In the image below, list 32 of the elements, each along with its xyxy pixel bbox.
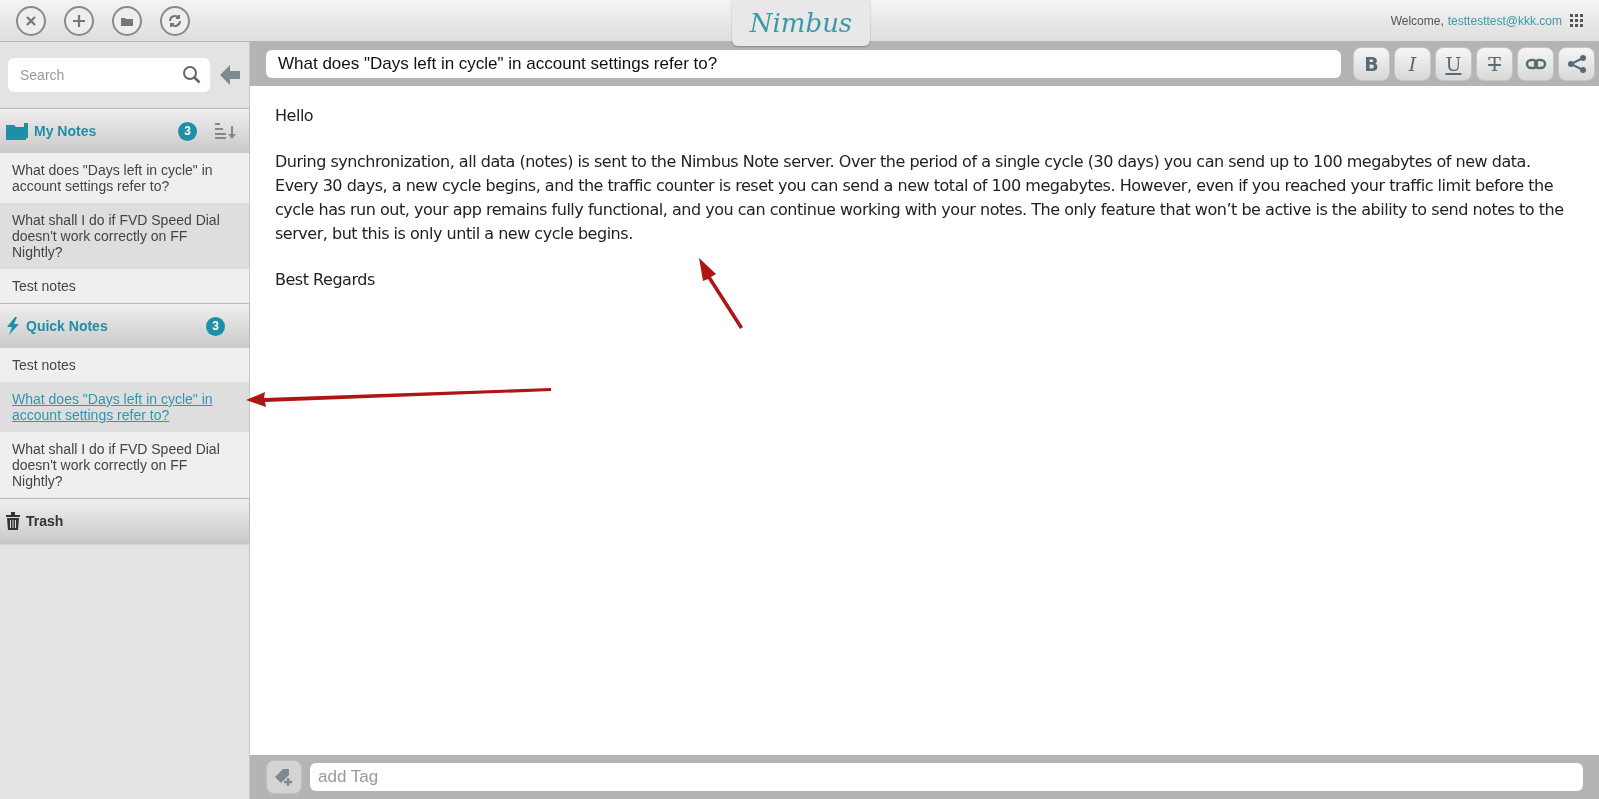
- strike-button[interactable]: T: [1476, 47, 1513, 81]
- section-title: Quick Notes: [26, 316, 108, 336]
- search-field[interactable]: Search: [8, 58, 210, 92]
- paragraph-text: During synchronization, all data (notes) is sent to the Nimbus Note server. Over the period of a single cycle (30 days) you can send up to 100 megabytes of new data. Every 30 days, a new cycle begins, and the traffic counter is reset you can send a new total of 100 megabytes. However, even if you reached your traffic limit before the cycle has run out, your app remains fully functional, and you can continue working with your notes. The only feature that won’t be active is the ability to send notes to the server, but this is only until a new cycle begins.: [275, 151, 1565, 245]
- lightning-icon: [6, 317, 20, 335]
- section-header[interactable]: Quick Notes 3: [0, 303, 249, 348]
- section-title: Trash: [26, 511, 64, 531]
- paragraph-text: Hello: [275, 105, 315, 127]
- italic-button[interactable]: I: [1394, 47, 1431, 81]
- section-header[interactable]: Trash: [0, 498, 249, 543]
- count-badge: 3: [206, 316, 225, 336]
- underline-button[interactable]: U: [1435, 47, 1472, 81]
- arrow-left-icon[interactable]: [220, 64, 240, 86]
- trash-icon: [6, 512, 20, 530]
- paragraph-text: Best Regards: [275, 269, 376, 291]
- user-link[interactable]: testtesttest@kkk.com: [1447, 11, 1562, 30]
- folder-icon: [6, 122, 28, 140]
- search-icon[interactable]: [182, 65, 202, 85]
- bold-button[interactable]: B: [1353, 47, 1390, 81]
- count-badge: 3: [178, 121, 197, 141]
- title-field[interactable]: What does "Days left in cycle" in account settings refer to?: [266, 50, 1341, 78]
- logo-text: Nimbus: [749, 10, 853, 36]
- link-button[interactable]: [1517, 47, 1554, 81]
- apps-icon[interactable]: [1570, 14, 1583, 27]
- add-tag-button[interactable]: [266, 760, 302, 794]
- tag-plus-icon[interactable]: [273, 766, 295, 788]
- tag-field[interactable]: add Tag: [310, 763, 1583, 791]
- sort-icon[interactable]: [215, 123, 237, 139]
- welcome-text: Welcome,: [1390, 12, 1444, 30]
- share-button[interactable]: [1558, 47, 1595, 81]
- section-header[interactable]: My Notes 3: [0, 108, 249, 153]
- section-title: My Notes: [34, 121, 97, 141]
